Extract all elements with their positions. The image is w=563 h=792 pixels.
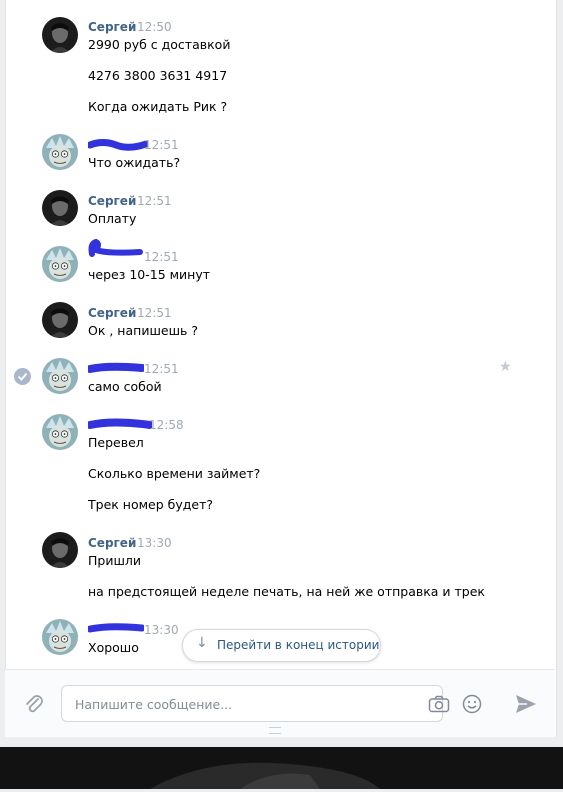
avatar[interactable] bbox=[42, 246, 78, 282]
avatar[interactable] bbox=[42, 532, 78, 568]
message-text: Трек номер будет? bbox=[88, 497, 213, 512]
author-name[interactable]: Сергей bbox=[88, 20, 136, 34]
author-name[interactable]: Сергей bbox=[88, 194, 136, 208]
message-time[interactable]: 12:51 bbox=[137, 306, 172, 320]
attach-icon[interactable] bbox=[23, 693, 45, 715]
message-time[interactable]: 12:58 bbox=[149, 418, 184, 432]
message-time[interactable]: 13:30 bbox=[137, 536, 172, 550]
redacted-name bbox=[88, 139, 148, 151]
redacted-name bbox=[88, 238, 143, 257]
arrow-down-icon: ↓ bbox=[196, 635, 208, 651]
avatar[interactable] bbox=[42, 17, 78, 53]
message-text: Сколько времени займет? bbox=[88, 466, 261, 481]
message-time[interactable]: 12:51 bbox=[144, 138, 179, 152]
star-icon[interactable]: ★ bbox=[499, 359, 512, 375]
avatar[interactable] bbox=[42, 358, 78, 394]
message-text: Когда ожидать Рик ? bbox=[88, 99, 228, 114]
avatar[interactable] bbox=[42, 134, 78, 170]
avatar[interactable] bbox=[42, 619, 78, 655]
message-history: Сергей 12:50 2990 руб с доставкой 4276 3… bbox=[5, 0, 557, 736]
message-text: Пришли bbox=[88, 553, 142, 568]
message-text: Ок , напишешь ? bbox=[88, 323, 198, 338]
message-text: на предстоящей неделе печать, на ней же … bbox=[88, 584, 485, 599]
message-text: Хорошо bbox=[88, 640, 139, 655]
smile-icon[interactable] bbox=[462, 694, 482, 714]
resize-handle[interactable] bbox=[269, 727, 281, 734]
redacted-name bbox=[88, 623, 144, 633]
message-text: Оплату bbox=[88, 211, 137, 226]
camera-icon[interactable] bbox=[428, 695, 450, 713]
avatar[interactable] bbox=[42, 414, 78, 450]
message-time[interactable]: 12:51 bbox=[137, 194, 172, 208]
message-text: Перевел bbox=[88, 435, 144, 450]
message-text: 4276 3800 3631 4917 bbox=[88, 68, 228, 83]
avatar[interactable] bbox=[42, 302, 78, 338]
jump-to-end-label: Перейти в конец истории bbox=[217, 638, 380, 652]
avatar[interactable] bbox=[42, 190, 78, 226]
message-time[interactable]: 12:51 bbox=[144, 362, 179, 376]
author-name[interactable]: Сергей bbox=[88, 536, 136, 550]
message-input[interactable]: Напишите сообщение... bbox=[61, 685, 482, 722]
message-time[interactable]: 12:50 bbox=[137, 20, 172, 34]
message-text: Что ожидать? bbox=[88, 155, 181, 170]
message-time[interactable]: 12:51 bbox=[144, 250, 179, 264]
redacted-name bbox=[88, 362, 144, 373]
message-text: 2990 руб с доставкой bbox=[88, 37, 231, 52]
redacted-name bbox=[88, 418, 152, 429]
message-text: само собой bbox=[88, 379, 162, 394]
send-icon[interactable] bbox=[515, 694, 537, 714]
message-time[interactable]: 13:30 bbox=[144, 623, 179, 637]
message-text: через 10-15 минут bbox=[88, 267, 211, 282]
jump-to-end-button[interactable]: ↓ Перейти в конец истории bbox=[182, 629, 381, 662]
background-area bbox=[0, 747, 563, 789]
selected-check-icon[interactable] bbox=[14, 368, 31, 385]
author-name[interactable]: Сергей bbox=[88, 306, 136, 320]
message-input-placeholder: Напишите сообщение... bbox=[75, 697, 233, 712]
